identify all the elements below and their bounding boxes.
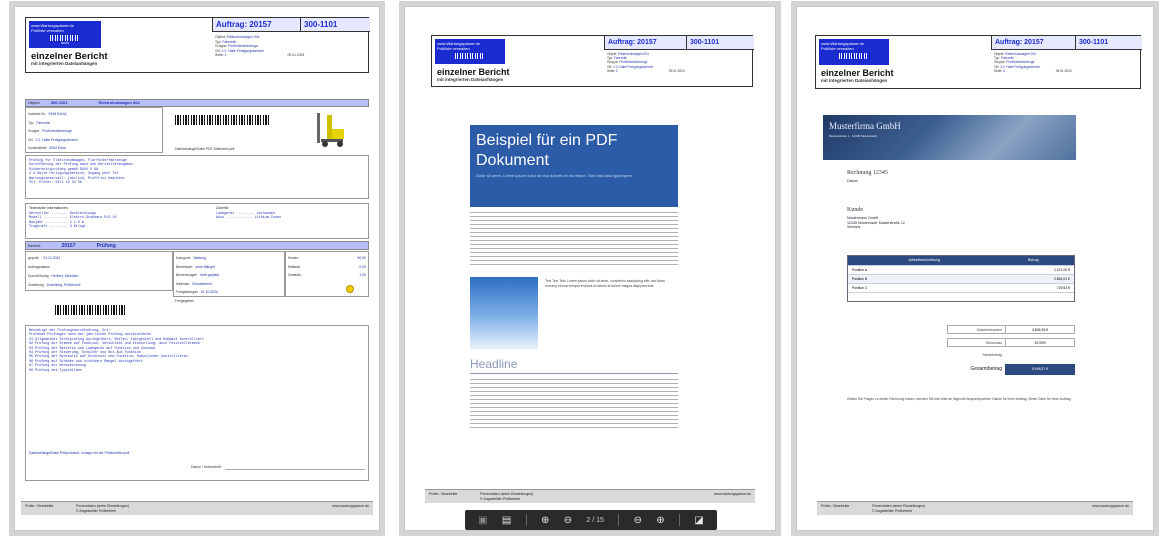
report-footer-2: Prüfer / Bearbeiter Firmendaten (siehe E… — [425, 489, 755, 503]
wartungsplaner-logo: www.Wartungsplaner.de Prüfliste verwalte… — [29, 21, 101, 48]
pdf-attachment-page: www.Wartungsplaner.de Prüfliste verwalte… — [404, 6, 776, 531]
wartungsplaner-logo-2: www.Wartungsplaner.de Prüfliste verwalte… — [435, 39, 505, 64]
wartungsplaner-logo-3: www.Wartungsplaner.de Prüfliste verwalte… — [819, 39, 889, 65]
tech-info-label: Technische Informationen — [29, 206, 68, 210]
headline-rule — [470, 373, 678, 374]
zoom-in-icon[interactable]: ⊕ — [656, 515, 664, 526]
invoice-date: Datum — [847, 179, 858, 183]
auftrag-label-2: Auftrag: 20157 — [604, 36, 686, 50]
tech-rows: Hersteller ........ Hochleistungs Modell … — [29, 212, 117, 230]
zoom-out-icon[interactable]: ⊖ — [634, 515, 642, 526]
report-header-3: www.Wartungsplaner.de Prüfliste verwalte… — [815, 35, 1142, 89]
report-title-2: einzelner Bericht — [437, 67, 510, 77]
pdf-headline: Headline — [470, 357, 518, 371]
bericht-barcode-icon — [55, 305, 125, 315]
auftrag-number-2: 300-1101 — [686, 36, 754, 50]
auftrag-number-3: 300-1101 — [1075, 36, 1142, 50]
report-footer: Prüfer / Bearbeiter Firmendaten (siehe E… — [21, 501, 373, 515]
sum-row: Zwischensumme 4.804,94 € — [947, 325, 1075, 334]
invoice-page: www.Wartungsplaner.de Prüfliste verwalte… — [796, 6, 1154, 531]
forklift-image — [317, 113, 344, 147]
table-row: Position A 1.221,00 € — [848, 265, 1074, 274]
auftrag-number: 300-1101 — [300, 18, 370, 32]
kosten-box: Kosten 80.00 Material 0.00 Zeitaufw. 1.00 — [285, 251, 369, 297]
report-header-2: www.Wartungsplaner.de Prüfliste verwalte… — [431, 35, 754, 87]
checklist-text: Bestätigt der Prüfungsdurchführung, Ort:… — [29, 329, 204, 373]
report-subtitle-3: mit integrierten Dateianhängen — [821, 78, 888, 83]
sum-row: Steuerbetrag — [982, 353, 1002, 357]
zubehoer-rows: Ladegerät ......... vorhanden Akku ......… — [216, 212, 282, 221]
total-row: Gesamtbetrag 5.696,37 € — [947, 364, 1075, 375]
pdf-banner-title: Beispiel für ein PDF Dokument — [476, 132, 618, 169]
pdf-title-banner: Beispiel für ein PDF Dokument Dolor sit … — [470, 125, 678, 207]
page-indicator[interactable]: 2 / 15 — [586, 517, 604, 524]
auftrag-label: Auftrag: 20157 — [212, 18, 300, 32]
invoice-closing-text: Zahlen Sie Fragen zu dieser Rechnung hab… — [847, 397, 1072, 401]
kunde-label: Kunde — [847, 207, 863, 213]
bericht-section-bar: Bericht 20157 Prüfung — [25, 241, 369, 250]
header-fields-3: Objekt: Elektrohubwagen 004 Typ: Fahrzei… — [994, 52, 1072, 73]
kunde-address: Mustermann GmbH 12345 Musterstadt, Muste… — [847, 216, 905, 229]
print-icon[interactable]: ▤ — [502, 515, 511, 526]
attachment-caption: Dateianhänge/Datei PDF Ankerwert.pdf — [175, 147, 235, 151]
inventory-box: Inventar-Nr. 9458 54444 Typ Fahrzeile Gr… — [25, 107, 163, 153]
objekt-section-bar: Objekt 300-1101 Elektrohubwagen 004 — [25, 99, 369, 107]
invoice-title: Rechnung 12345 — [847, 170, 888, 176]
report-footer-3: Prüfer / Bearbeiter Firmendaten (siehe E… — [817, 501, 1133, 515]
signature-line — [225, 469, 365, 470]
save-icon[interactable]: ▣ — [478, 515, 487, 526]
invoice-company-sub: Musterstraße 1 · 12345 Musterstadt — [829, 134, 877, 138]
report-page-1: www.Wartungsplaner.de Prüfliste verwalte… — [14, 6, 380, 531]
invoice-company-name: Musterfirma GmbH — [829, 121, 901, 131]
report-subtitle: mit integrierten Dateianhängen — [31, 61, 98, 66]
report-header: www.Wartungsplaner.de Prüfliste verwalte… — [25, 17, 370, 73]
table-row: Position C 729,93 € — [848, 283, 1074, 292]
invoice-company-banner: Musterfirma GmbH Musterstraße 1 · 12345 … — [823, 115, 1076, 160]
pdf-gradient-image — [470, 277, 538, 349]
zubehoer-label: Zubehör — [216, 206, 229, 210]
page-down-icon[interactable]: ⊖ — [564, 515, 572, 526]
notes-box: Prüfung für Elektrohubwagen, Flurförderf… — [25, 155, 369, 199]
notes-text: Prüfung für Elektrohubwagen, Flurförderf… — [29, 159, 133, 186]
toolbar-divider-3 — [678, 514, 680, 526]
sum-row: Steuersatz 19,00% — [947, 338, 1075, 347]
toolbar-divider-2 — [618, 514, 620, 526]
status-box: geprüft 01.10.2024 Auftragsdatum Durchfü… — [25, 251, 173, 291]
pdf-banner-subtitle: Dolor sit amet. Lorem ipsum dolor sit du… — [476, 173, 633, 178]
table-row: Position B 2.854,01 € — [848, 274, 1074, 283]
invoice-table: Artikelbeschreibung Betrag Position A 1.2… — [847, 255, 1075, 302]
header-fields: Objekt: Elektrohubwagen 004 Typ: Fahrzei… — [215, 35, 305, 58]
toolbar-divider — [525, 514, 527, 526]
auftrag-label-3: Auftrag: 20157 — [991, 36, 1075, 50]
fit-page-icon[interactable]: ◪ — [694, 515, 703, 526]
table-row-empty — [848, 292, 1074, 301]
signature-label: Datum / Unterschrift — [191, 465, 222, 469]
status-dot-icon — [346, 285, 354, 293]
report-title-3: einzelner Bericht — [821, 68, 894, 78]
logo-small: 00001 — [60, 41, 70, 45]
logo-line-2: Prüfliste verwalten — [31, 28, 64, 33]
pdf-viewer-toolbar: ▣ ▤ ⊕ ⊖ 2 / 15 ⊖ ⊕ ◪ — [465, 510, 717, 530]
freigabe-label: Freigegeben — [175, 299, 195, 303]
invoice-table-header: Artikelbeschreibung Betrag — [848, 256, 1074, 265]
checklist-box: Bestätigt der Prüfungsdurchführung, Ort:… — [25, 325, 369, 481]
report-subtitle-2: mit integrierten Dateianhängen — [437, 77, 504, 82]
attachment-link[interactable]: Dateianhänge/Datei Prüfprotokoll, Vorlag… — [29, 451, 129, 456]
page-up-icon[interactable]: ⊕ — [541, 515, 549, 526]
tech-info-box: Technische Informationen Hersteller ....… — [25, 203, 369, 239]
pdf-paragraph-1 — [470, 212, 678, 268]
pdf-sidebox-text: Text Text Text. Lorem ipsum dolor sit am… — [545, 279, 665, 289]
pdf-paragraph-2 — [470, 379, 678, 431]
objekt-barcode-icon — [175, 115, 271, 125]
header-fields-2: Objekt: Elektrohubwagen 004 Typ: Fahrzei… — [607, 52, 685, 73]
kategorie-box: Kategorie Wartung Betriebsart ohne Mänge… — [173, 251, 285, 297]
